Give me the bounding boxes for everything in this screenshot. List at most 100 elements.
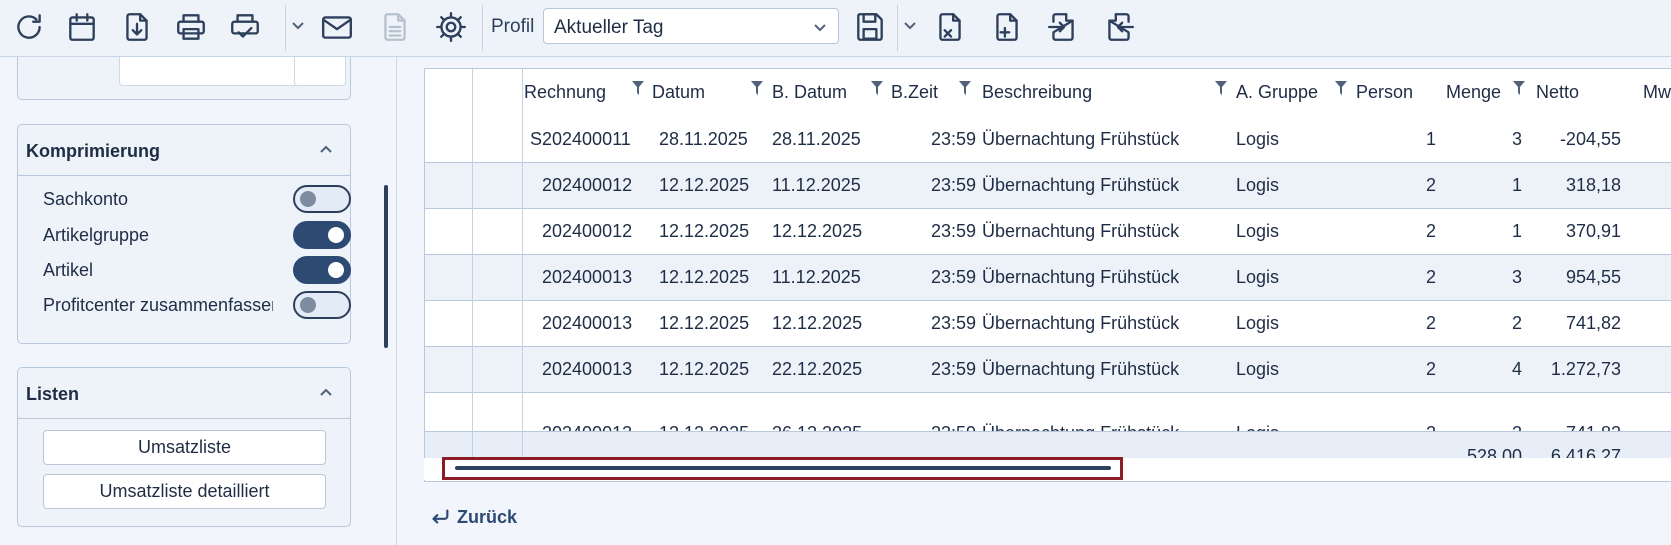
- cell-b-datum: 22.12.2025: [772, 359, 863, 379]
- umsatzliste-detailliert-button[interactable]: Umsatzliste detailliert: [43, 474, 326, 509]
- cell-b-zeit: 23:59: [930, 313, 976, 333]
- back-arrow-icon: [432, 509, 449, 524]
- toggle-row-profitcenter: Profitcenter zusammenfassen: [43, 291, 351, 321]
- data-grid: Rechnung Datum B. Datum B.Zeit Beschreib…: [424, 68, 1671, 482]
- cell-b-zeit: 23:59: [930, 221, 976, 241]
- column-header-a-gruppe[interactable]: A. Gruppe: [1236, 82, 1318, 103]
- column-header-menge[interactable]: Menge: [1446, 82, 1501, 103]
- table-row[interactable]: 202400013 12.12.2025 12.12.2025 23:59 Üb…: [425, 301, 1671, 347]
- listen-card: Listen Umsatzliste Umsatzliste detaillie…: [17, 367, 351, 527]
- column-header-b-datum[interactable]: B. Datum: [772, 82, 847, 103]
- cell-person: 2: [1425, 175, 1436, 195]
- cell-netto: 954,55: [1565, 267, 1621, 287]
- komprimierung-header[interactable]: Komprimierung: [18, 125, 350, 176]
- horizontal-scrollbar[interactable]: [455, 466, 1111, 470]
- cell-rechnung: S202400011: [530, 129, 631, 149]
- table-row[interactable]: 202400013 12.12.2025 11.12.2025 23:59 Üb…: [425, 255, 1671, 301]
- table-row[interactable]: 202400012 12.12.2025 11.12.2025 23:59 Üb…: [425, 163, 1671, 209]
- cell-datum: 12.12.2025: [659, 423, 749, 431]
- print-options-icon[interactable]: [225, 8, 265, 46]
- cell-beschreibung: Übernachtung Frühstück: [982, 359, 1180, 379]
- column-header-beschreibung[interactable]: Beschreibung: [982, 82, 1092, 103]
- gear-icon[interactable]: [431, 8, 471, 46]
- file-add-icon[interactable]: [987, 8, 1027, 46]
- chevron-down-icon: [812, 19, 828, 35]
- export-icon[interactable]: [117, 8, 157, 46]
- profitcenter-toggle[interactable]: [293, 291, 351, 319]
- column-header-mwst[interactable]: Mw: [1643, 82, 1671, 103]
- refresh-icon[interactable]: [9, 8, 49, 46]
- filter-icon[interactable]: [1335, 81, 1347, 95]
- filter-icon[interactable]: [632, 81, 644, 95]
- komprimierung-card: Komprimierung Sachkonto Artikelgruppe Ar…: [17, 124, 351, 344]
- filter-icon[interactable]: [871, 81, 883, 95]
- cell-rechnung: 202400013: [542, 423, 632, 431]
- filter-icon[interactable]: [1513, 81, 1525, 95]
- mail-icon[interactable]: [317, 8, 357, 46]
- filter-field-button[interactable]: [294, 57, 346, 86]
- cell-datum: 12.12.2025: [659, 175, 750, 195]
- cell-person: 2: [1425, 221, 1436, 241]
- table-row[interactable]: 202400012 12.12.2025 12.12.2025 23:59 Üb…: [425, 209, 1671, 255]
- cell-menge: 2: [1446, 423, 1522, 431]
- filter-icon[interactable]: [1215, 81, 1227, 95]
- file-export-icon[interactable]: [1099, 8, 1139, 46]
- column-header-rechnung[interactable]: Rechnung: [524, 82, 606, 103]
- cell-rechnung: 202400013: [542, 267, 633, 287]
- chevron-up-icon[interactable]: [318, 142, 334, 158]
- sachkonto-toggle[interactable]: [293, 185, 351, 213]
- column-header-person[interactable]: Person: [1356, 82, 1413, 103]
- cell-menge: 1: [1511, 221, 1522, 241]
- table-row[interactable]: S202400011 28.11.2025 28.11.2025 23:59 Ü…: [425, 117, 1671, 163]
- chevron-up-icon[interactable]: [318, 385, 334, 401]
- cell-a-gruppe: Logis: [1236, 267, 1280, 287]
- table-row-partial[interactable]: 202400013 12.12.2025 26.12.2025 23:59 Üb…: [425, 411, 1671, 431]
- left-panel-scrollbar[interactable]: [384, 185, 388, 348]
- toolbar: Profil Aktueller Tag: [0, 0, 1671, 57]
- save-dropdown-icon[interactable]: [903, 18, 917, 36]
- column-header-b-zeit[interactable]: B.Zeit: [891, 82, 938, 103]
- filter-field[interactable]: [119, 57, 311, 86]
- listen-header[interactable]: Listen: [18, 368, 350, 419]
- artikelgruppe-toggle[interactable]: [293, 221, 351, 249]
- toggle-row-sachkonto: Sachkonto: [43, 185, 351, 215]
- umsatzliste-button[interactable]: Umsatzliste: [43, 430, 326, 465]
- cell-a-gruppe: Logis: [1236, 129, 1280, 149]
- listen-title: Listen: [26, 384, 80, 404]
- cell-rechnung: 202400012: [542, 175, 633, 195]
- column-header-netto[interactable]: Netto: [1536, 82, 1579, 103]
- toggle-row-artikelgruppe: Artikelgruppe: [43, 221, 351, 251]
- cell-datum: 12.12.2025: [659, 313, 750, 333]
- toggle-label: Artikel: [43, 260, 94, 280]
- filter-icon[interactable]: [751, 81, 763, 95]
- profil-select[interactable]: Aktueller Tag: [543, 8, 839, 44]
- print-icon[interactable]: [171, 8, 211, 46]
- cell-b-zeit: 23:59: [930, 267, 976, 287]
- profil-select-value: Aktueller Tag: [554, 17, 664, 38]
- print-dropdown-icon[interactable]: [291, 18, 305, 36]
- cell-rechnung: 202400013: [542, 313, 633, 333]
- cell-b-datum: 11.12.2025: [772, 175, 861, 195]
- back-button[interactable]: Zurück: [429, 503, 517, 531]
- cell-menge: 2: [1511, 313, 1522, 333]
- file-import-icon[interactable]: [1043, 8, 1083, 46]
- back-label: Zurück: [457, 506, 518, 527]
- komprimierung-title: Komprimierung: [26, 141, 161, 161]
- filter-icon[interactable]: [959, 81, 971, 95]
- cell-menge: 3: [1511, 129, 1522, 149]
- cell-menge: 3: [1511, 267, 1522, 287]
- cell-b-datum: 12.12.2025: [772, 313, 863, 333]
- profil-label: Profil: [491, 16, 535, 37]
- cell-a-gruppe: Logis: [1236, 359, 1280, 379]
- calendar-icon[interactable]: [62, 8, 102, 46]
- cell-menge: 1: [1511, 175, 1522, 195]
- cell-netto: 370,91: [1565, 221, 1621, 241]
- table-row[interactable]: 202400013 12.12.2025 22.12.2025 23:59 Üb…: [425, 347, 1671, 393]
- artikel-toggle[interactable]: [293, 256, 351, 284]
- column-header-datum[interactable]: Datum: [652, 82, 705, 103]
- file-delete-icon[interactable]: [930, 8, 970, 46]
- cell-datum: 12.12.2025: [659, 267, 750, 287]
- cell-b-zeit: 23:59: [930, 359, 976, 379]
- save-icon[interactable]: [850, 8, 890, 46]
- cell-datum: 12.12.2025: [659, 359, 750, 379]
